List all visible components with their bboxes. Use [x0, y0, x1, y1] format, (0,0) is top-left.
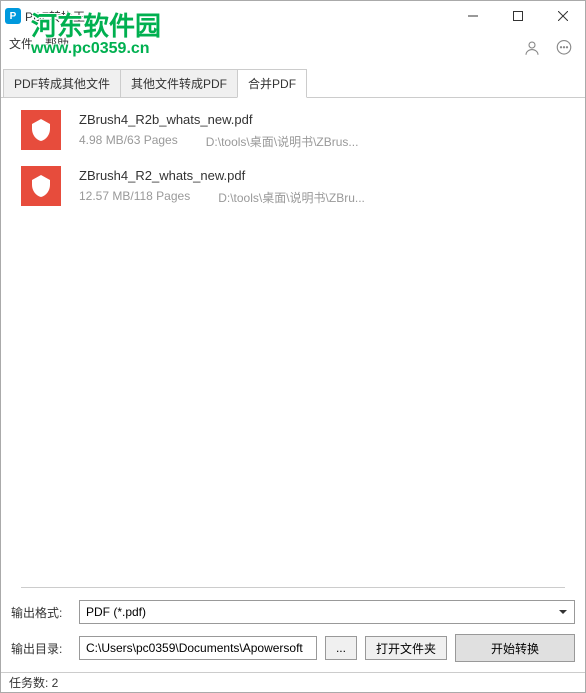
file-list: ZBrush4_R2b_whats_new.pdf 4.98 MB/63 Pag… — [1, 98, 585, 218]
output-dir-label: 输出目录: — [11, 640, 71, 657]
window-controls — [450, 1, 585, 31]
file-name: ZBrush4_R2_whats_new.pdf — [79, 168, 565, 183]
user-icon[interactable] — [523, 39, 541, 57]
browse-button[interactable]: ... — [325, 636, 357, 660]
menu-file[interactable]: 文件 — [9, 35, 33, 52]
menu-help[interactable]: 帮助 — [45, 35, 69, 52]
output-format-label: 输出格式: — [11, 604, 71, 621]
tab-pdf-to-other[interactable]: PDF转成其他文件 — [3, 69, 121, 97]
speech-icon[interactable] — [555, 39, 573, 57]
minimize-button[interactable] — [450, 1, 495, 31]
start-convert-button[interactable]: 开始转换 — [455, 634, 575, 662]
output-dir-row: 输出目录: ... 打开文件夹 开始转换 — [11, 634, 575, 662]
output-format-select[interactable]: PDF (*.pdf) — [79, 600, 575, 624]
app-icon: P — [5, 8, 21, 24]
titlebar: P PDF转换王 — [1, 1, 585, 31]
toolbar-icons — [523, 39, 573, 57]
pdf-icon — [21, 110, 61, 150]
tabs: PDF转成其他文件 其他文件转成PDF 合并PDF — [1, 69, 585, 98]
tab-merge-pdf[interactable]: 合并PDF — [237, 69, 307, 98]
output-dir-input[interactable] — [79, 636, 317, 660]
pdf-icon — [21, 166, 61, 206]
app-title: PDF转换王 — [25, 8, 85, 25]
maximize-button[interactable] — [495, 1, 540, 31]
file-name: ZBrush4_R2b_whats_new.pdf — [79, 112, 565, 127]
bottom-panel: 输出格式: PDF (*.pdf) 输出目录: ... 打开文件夹 开始转换 — [1, 579, 585, 672]
separator — [21, 587, 565, 588]
file-path: D:\tools\桌面\说明书\ZBrus... — [206, 133, 359, 150]
file-meta: 12.57 MB/118 Pages D:\tools\桌面\说明书\ZBru.… — [79, 189, 565, 206]
open-folder-button[interactable]: 打开文件夹 — [365, 636, 447, 660]
menubar: 文件 帮助 — [1, 31, 585, 55]
file-info: ZBrush4_R2b_whats_new.pdf 4.98 MB/63 Pag… — [79, 110, 565, 150]
file-item[interactable]: ZBrush4_R2_whats_new.pdf 12.57 MB/118 Pa… — [1, 158, 585, 214]
file-size: 12.57 MB/118 Pages — [79, 189, 190, 206]
file-item[interactable]: ZBrush4_R2b_whats_new.pdf 4.98 MB/63 Pag… — [1, 102, 585, 158]
file-info: ZBrush4_R2_whats_new.pdf 12.57 MB/118 Pa… — [79, 166, 565, 206]
tab-other-to-pdf[interactable]: 其他文件转成PDF — [120, 69, 238, 97]
file-meta: 4.98 MB/63 Pages D:\tools\桌面\说明书\ZBrus..… — [79, 133, 565, 150]
statusbar: 任务数: 2 — [1, 672, 585, 692]
output-format-row: 输出格式: PDF (*.pdf) — [11, 600, 575, 624]
task-count: 任务数: 2 — [9, 674, 58, 691]
close-button[interactable] — [540, 1, 585, 31]
file-path: D:\tools\桌面\说明书\ZBru... — [218, 189, 365, 206]
file-size: 4.98 MB/63 Pages — [79, 133, 178, 150]
